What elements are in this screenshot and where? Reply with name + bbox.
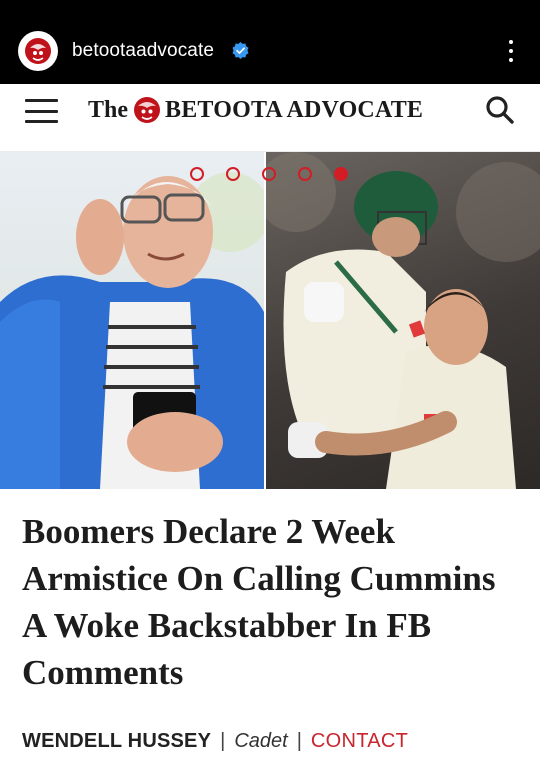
author-name[interactable]: WENDELL HUSSEY xyxy=(22,730,211,753)
carousel-dot[interactable] xyxy=(298,167,312,181)
hero-image[interactable] xyxy=(0,152,540,489)
site-header: The BETOOTA ADVOCATE xyxy=(0,84,540,152)
carousel-indicator xyxy=(190,167,348,181)
carousel-dot[interactable] xyxy=(226,167,240,181)
article-headline[interactable]: Boomers Declare 2 Week Armistice On Call… xyxy=(22,508,522,696)
byline-separator: | xyxy=(220,730,226,752)
more-options-icon[interactable] xyxy=(503,38,519,64)
instagram-header: betootaadvocate xyxy=(0,0,540,84)
account-avatar[interactable] xyxy=(18,31,58,71)
hero-image-left-boomer xyxy=(0,152,264,489)
logo-name: BETOOTA ADVOCATE xyxy=(165,96,424,123)
account-name[interactable]: betootaadvocate xyxy=(72,40,214,62)
byline-separator: | xyxy=(296,730,302,752)
carousel-dot[interactable] xyxy=(262,167,276,181)
carousel-dot[interactable] xyxy=(190,167,204,181)
site-logo[interactable]: The BETOOTA ADVOCATE xyxy=(88,92,423,128)
contact-link[interactable]: CONTACT xyxy=(311,730,408,753)
betoota-emblem-icon xyxy=(25,38,51,64)
hero-image-right-cricketers xyxy=(266,152,540,489)
hamburger-menu-icon[interactable] xyxy=(25,99,58,123)
betoota-emblem-icon xyxy=(134,97,161,123)
author-role: Cadet xyxy=(234,730,288,752)
carousel-dot-active[interactable] xyxy=(334,167,348,181)
article-byline: WENDELL HUSSEY | Cadet | CONTACT xyxy=(22,730,408,753)
logo-prefix: The xyxy=(88,96,129,123)
search-icon[interactable] xyxy=(484,94,516,126)
verified-badge-icon xyxy=(232,42,249,59)
